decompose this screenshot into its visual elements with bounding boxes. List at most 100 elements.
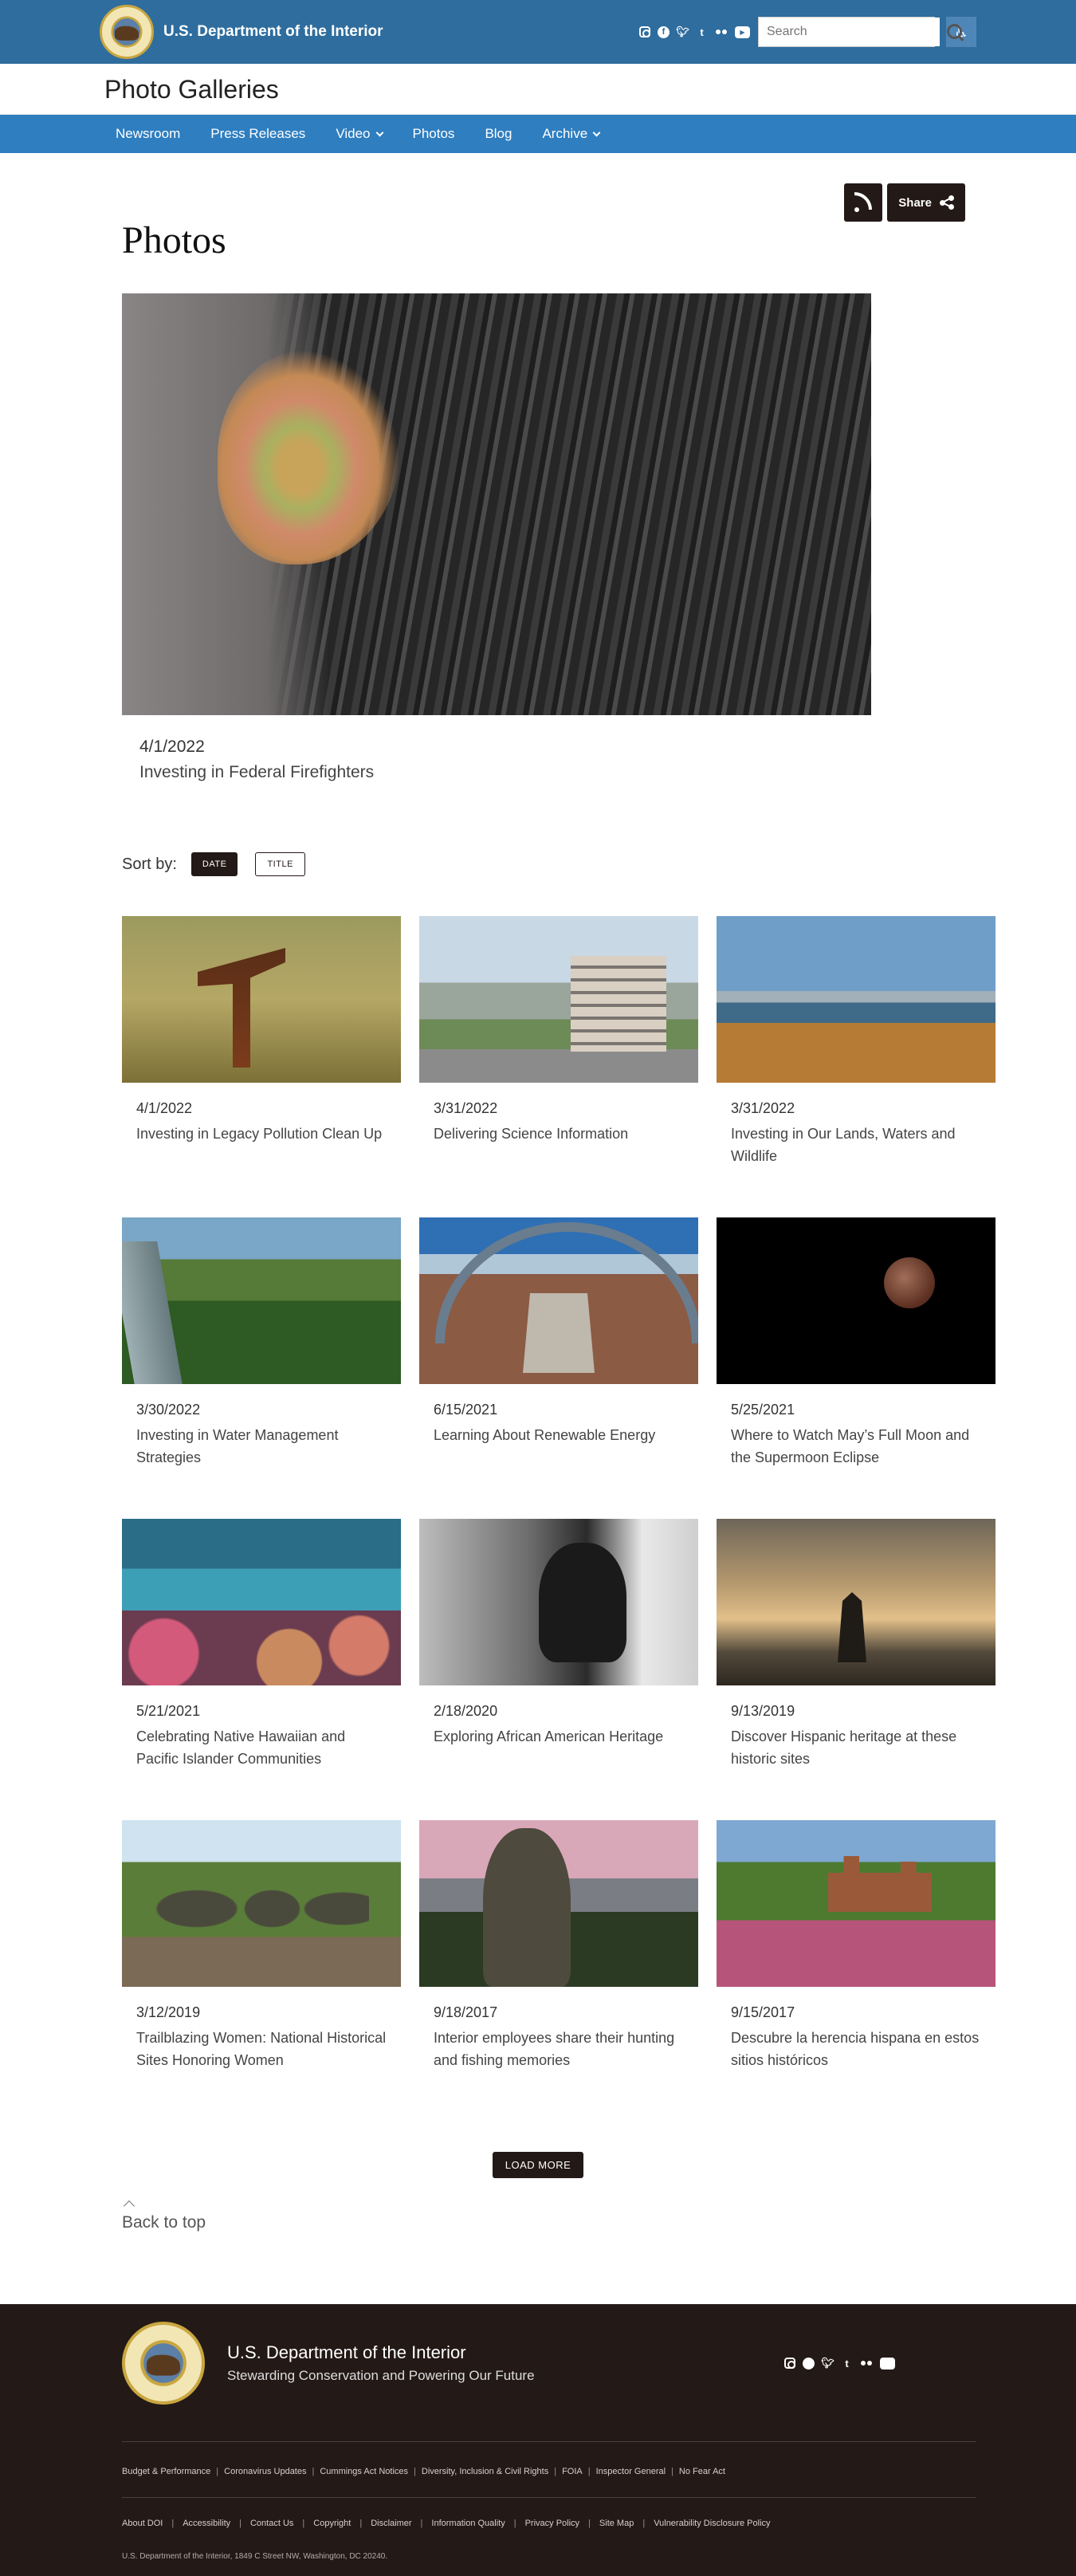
nav-item-photos[interactable]: Photos bbox=[398, 115, 470, 153]
tumblr-icon[interactable]: t bbox=[841, 2358, 853, 2370]
gallery-image bbox=[717, 1217, 995, 1384]
gallery-title: Exploring African American Heritage bbox=[434, 1728, 664, 1744]
gallery-title: Investing in Water Management Strategies bbox=[136, 1427, 339, 1465]
brand-name: U.S. Department of the Interior bbox=[163, 23, 383, 40]
footer-link[interactable]: Diversity, Inclusion & Civil Rights bbox=[422, 2467, 548, 2476]
nav-label: Newsroom bbox=[116, 126, 181, 141]
nav-label: Press Releases bbox=[210, 126, 306, 141]
footer-link[interactable]: Information Quality bbox=[431, 2519, 505, 2528]
doi-seal-icon bbox=[100, 5, 154, 59]
footer-link[interactable]: Accessibility bbox=[183, 2519, 230, 2528]
page-tools: Share bbox=[844, 183, 965, 222]
footer-link[interactable]: About DOI bbox=[122, 2519, 163, 2528]
nav-item-press-releases[interactable]: Press Releases bbox=[195, 115, 320, 153]
instagram-icon[interactable] bbox=[639, 26, 650, 37]
youtube-icon[interactable]: ▶ bbox=[880, 2357, 895, 2370]
footer-link[interactable]: Contact Us bbox=[250, 2519, 293, 2528]
gallery-card[interactable]: 5/25/2021 Where to Watch May’s Full Moon… bbox=[717, 1217, 995, 1519]
footer-link[interactable]: Disclaimer bbox=[371, 2519, 411, 2528]
top-bar: U.S. Department of the Interior f 🐦︎ t ▶… bbox=[0, 0, 1076, 64]
nav-item-newsroom[interactable]: Newsroom bbox=[100, 115, 195, 153]
footer-links-primary: Budget & Performance | Coronavirus Update… bbox=[122, 2467, 725, 2476]
home-link[interactable]: U.S. Department of the Interior bbox=[100, 5, 383, 59]
facebook-icon[interactable]: f bbox=[658, 26, 670, 38]
gallery-card[interactable]: 2/18/2020 Exploring African American Her… bbox=[419, 1519, 698, 1820]
flickr-icon[interactable] bbox=[860, 2358, 873, 2370]
footer-link[interactable]: Site Map bbox=[599, 2519, 634, 2528]
gallery-date: 5/21/2021 bbox=[136, 1703, 201, 1719]
gallery-date: 9/18/2017 bbox=[434, 2004, 498, 2020]
gallery-card[interactable]: 3/30/2022 Investing in Water Management … bbox=[122, 1217, 401, 1519]
nav-item-archive[interactable]: Archive bbox=[527, 115, 615, 153]
gallery-card[interactable]: 9/13/2019 Discover Hispanic heritage at … bbox=[717, 1519, 995, 1820]
gallery-image bbox=[122, 1519, 401, 1685]
footer-link[interactable]: No Fear Act bbox=[679, 2467, 725, 2476]
gallery-card[interactable]: 5/21/2021 Celebrating Native Hawaiian an… bbox=[122, 1519, 401, 1820]
gallery-title: Interior employees share their hunting a… bbox=[434, 2030, 675, 2068]
footer-link[interactable]: Inspector General bbox=[596, 2467, 666, 2476]
load-more-button[interactable]: LOAD MORE bbox=[492, 2152, 584, 2178]
main-nav: Newsroom Press Releases Video Photos Blo… bbox=[0, 115, 1076, 153]
social-links: f 🐦︎ t ▶ bbox=[639, 26, 750, 38]
gallery-title: Descubre la herencia hispana en estos si… bbox=[731, 2030, 980, 2068]
sort-label: Sort by: bbox=[122, 855, 177, 873]
gallery-card[interactable]: 6/15/2021 Learning About Renewable Energ… bbox=[419, 1217, 698, 1519]
nav-label: Archive bbox=[542, 126, 588, 141]
gallery-card[interactable]: 9/18/2017 Interior employees share their… bbox=[419, 1820, 698, 2122]
gallery-date: 3/31/2022 bbox=[434, 1100, 498, 1116]
chevron-down-icon bbox=[592, 128, 601, 136]
gallery-card[interactable]: 3/12/2019 Trailblazing Women: National H… bbox=[122, 1820, 401, 2122]
footer-link[interactable]: Cummings Act Notices bbox=[320, 2467, 408, 2476]
sort-controls: Sort by: DATE TITLE bbox=[122, 852, 976, 876]
nav-label: Photos bbox=[412, 126, 455, 141]
nav-label: Video bbox=[336, 126, 371, 141]
tumblr-icon[interactable]: t bbox=[696, 26, 708, 38]
gallery-title: Where to Watch May’s Full Moon and the S… bbox=[731, 1427, 970, 1465]
sort-date-button[interactable]: DATE bbox=[190, 852, 238, 876]
footer-tagline: Stewarding Conservation and Powering Our… bbox=[227, 2368, 535, 2383]
footer-link[interactable]: Vulnerability Disclosure Policy bbox=[654, 2519, 770, 2528]
nav-item-blog[interactable]: Blog bbox=[469, 115, 527, 153]
nav-item-video[interactable]: Video bbox=[320, 115, 397, 153]
gallery-image bbox=[717, 1820, 995, 1987]
rss-icon[interactable] bbox=[844, 183, 883, 222]
footer-social-links: f 🐦︎ t ▶ bbox=[784, 2357, 895, 2370]
footer-name: U.S. Department of the Interior bbox=[227, 2342, 466, 2362]
featured-photo-link[interactable]: 4/1/2022 Investing in Federal Firefighte… bbox=[100, 293, 976, 782]
section-title: Photo Galleries bbox=[104, 74, 279, 104]
section-header: Photo Galleries bbox=[0, 64, 1076, 115]
footer-link[interactable]: Coronavirus Updates bbox=[224, 2467, 306, 2476]
gallery-title: Celebrating Native Hawaiian and Pacific … bbox=[136, 1728, 346, 1767]
footer-link[interactable]: FOIA bbox=[562, 2467, 583, 2476]
gallery-card[interactable]: 4/1/2022 Investing in Legacy Pollution C… bbox=[122, 916, 401, 1217]
youtube-icon[interactable]: ▶ bbox=[735, 26, 750, 38]
footer: U.S. Department of the Interior Stewardi… bbox=[0, 2304, 1076, 2576]
gallery-image bbox=[122, 916, 401, 1083]
twitter-icon[interactable]: 🐦︎ bbox=[676, 26, 689, 38]
share-button[interactable]: Share bbox=[887, 183, 965, 222]
gallery-card[interactable]: 3/31/2022 Investing in Our Lands, Waters… bbox=[717, 916, 995, 1217]
gallery-image bbox=[122, 1217, 401, 1384]
back-to-top-link[interactable]: Back to top bbox=[122, 2200, 206, 2232]
sort-title-button[interactable]: TITLE bbox=[255, 852, 305, 876]
gallery-image bbox=[419, 916, 698, 1083]
gallery-image bbox=[419, 1217, 698, 1384]
flickr-icon[interactable] bbox=[715, 26, 728, 38]
facebook-icon[interactable]: f bbox=[803, 2357, 815, 2370]
gallery-card[interactable]: 3/31/2022 Delivering Science Information bbox=[419, 916, 698, 1217]
twitter-icon[interactable]: 🐦︎ bbox=[821, 2357, 834, 2370]
footer-address: U.S. Department of the Interior, 1849 C … bbox=[122, 2552, 388, 2561]
instagram-icon[interactable] bbox=[784, 2358, 795, 2369]
gallery-image bbox=[717, 916, 995, 1083]
chevron-up-icon bbox=[123, 2200, 135, 2212]
footer-link[interactable]: Budget & Performance bbox=[122, 2467, 210, 2476]
gallery-card[interactable]: 9/15/2017 Descubre la herencia hispana e… bbox=[717, 1820, 995, 2122]
footer-link[interactable]: Privacy Policy bbox=[525, 2519, 579, 2528]
search-input[interactable] bbox=[759, 18, 940, 46]
main-content: Share Photos 4/1/2022 Investing in Feder… bbox=[100, 153, 995, 2232]
footer-link[interactable]: Copyright bbox=[313, 2519, 351, 2528]
gallery-title: Delivering Science Information bbox=[434, 1126, 629, 1142]
gallery-date: 6/15/2021 bbox=[434, 1402, 498, 1418]
gallery-title: Discover Hispanic heritage at these hist… bbox=[731, 1728, 957, 1767]
gallery-date: 9/13/2019 bbox=[731, 1703, 795, 1719]
